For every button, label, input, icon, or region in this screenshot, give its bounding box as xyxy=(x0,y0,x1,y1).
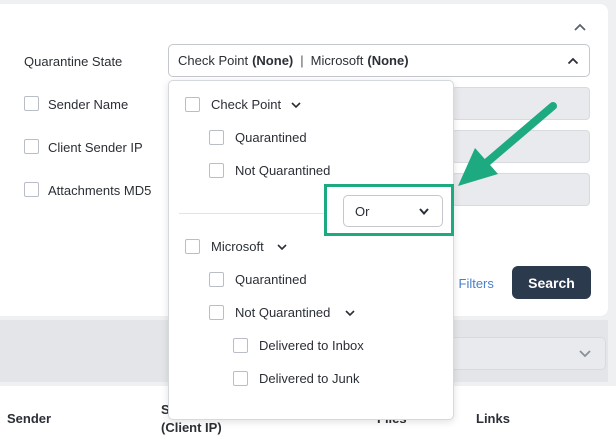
check-point-not-quarantined-checkbox[interactable] xyxy=(209,163,224,178)
annotation-arrow-icon xyxy=(458,102,557,186)
check-point-quarantined-label[interactable]: Quarantined xyxy=(235,130,307,145)
chevron-down-icon[interactable] xyxy=(345,309,355,317)
check-point-label[interactable]: Check Point xyxy=(211,97,281,112)
search-button[interactable]: Search xyxy=(512,266,591,299)
column-header-links[interactable]: Links xyxy=(476,411,510,426)
client-sender-ip-checkbox[interactable] xyxy=(24,139,39,154)
delivered-to-junk-label[interactable]: Delivered to Junk xyxy=(259,371,359,386)
attachments-md5-checkbox[interactable] xyxy=(24,182,39,197)
microsoft-not-quarantined-label[interactable]: Not Quarantined xyxy=(235,305,330,320)
quarantine-vendor2-value: (None) xyxy=(367,53,409,68)
quarantine-vendor1-value: (None) xyxy=(252,53,294,68)
check-point-checkbox[interactable] xyxy=(185,97,200,112)
quarantine-separator: | xyxy=(300,53,304,68)
sender-name-checkbox[interactable] xyxy=(24,96,39,111)
check-point-not-quarantined-label[interactable]: Not Quarantined xyxy=(235,163,330,178)
microsoft-not-quarantined-checkbox[interactable] xyxy=(209,305,224,320)
quarantine-state-select[interactable]: Check Point (None) | Microsoft (None) xyxy=(168,44,590,77)
microsoft-label[interactable]: Microsoft xyxy=(211,239,264,254)
chevron-up-icon xyxy=(567,57,579,65)
chevron-down-icon[interactable] xyxy=(277,243,287,251)
quarantine-state-label: Quarantine State xyxy=(24,54,123,69)
delivered-to-inbox-label[interactable]: Delivered to Inbox xyxy=(259,338,364,353)
quarantine-state-dropdown: Check Point Quarantined Not Quarantined … xyxy=(168,80,454,420)
microsoft-quarantined-checkbox[interactable] xyxy=(209,272,224,287)
column-header-sender-ip-line2: (Client IP) xyxy=(161,420,222,435)
column-header-sender[interactable]: Sender xyxy=(7,411,51,426)
chevron-down-icon xyxy=(579,350,591,358)
operator-value: Or xyxy=(355,203,370,219)
sender-name-label: Sender Name xyxy=(48,97,129,112)
quarantine-vendor2: Microsoft xyxy=(310,53,364,68)
microsoft-checkbox[interactable] xyxy=(185,239,200,254)
client-sender-ip-label: Client Sender IP xyxy=(48,140,143,155)
delivered-to-inbox-checkbox[interactable] xyxy=(233,338,248,353)
advanced-filters-link[interactable]: l Filters xyxy=(452,276,494,291)
chevron-down-icon xyxy=(419,208,429,216)
delivered-to-junk-checkbox[interactable] xyxy=(233,371,248,386)
chevron-up-icon[interactable] xyxy=(572,20,588,36)
chevron-down-icon[interactable] xyxy=(291,101,301,109)
attachments-md5-label: Attachments MD5 xyxy=(48,183,152,198)
check-point-quarantined-checkbox[interactable] xyxy=(209,130,224,145)
quarantine-vendor1: Check Point xyxy=(178,53,249,68)
microsoft-quarantined-label[interactable]: Quarantined xyxy=(235,272,307,287)
